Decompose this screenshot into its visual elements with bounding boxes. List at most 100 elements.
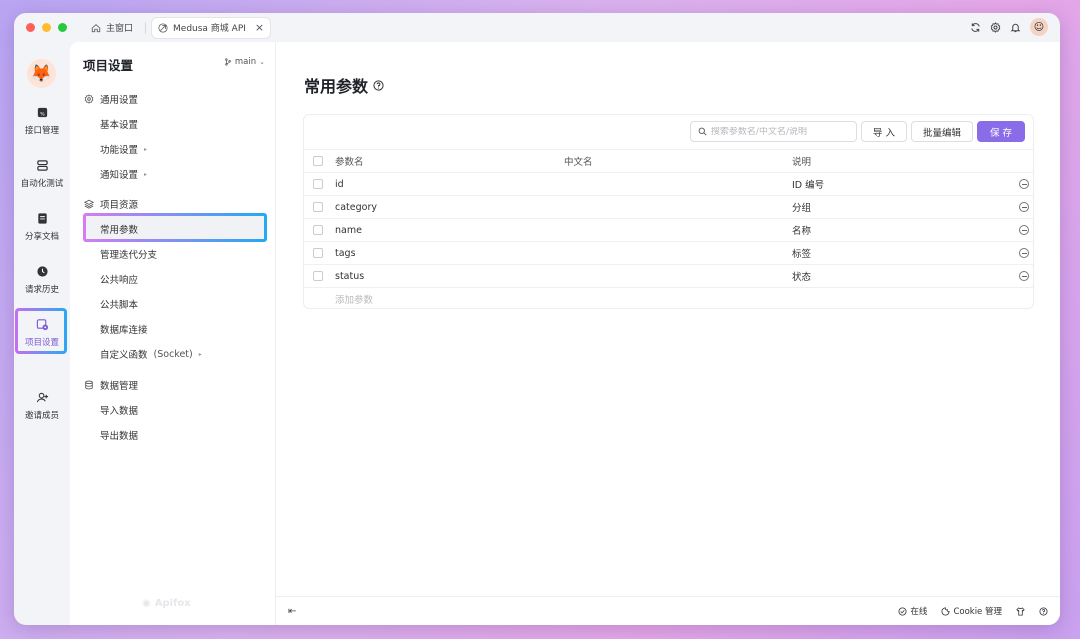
collapse-sidebar-icon[interactable]: ⇤ bbox=[288, 606, 296, 617]
sidebar-item-import-data[interactable]: 导入数据 bbox=[100, 403, 138, 417]
sidebar-item-label: 自定义函数 bbox=[100, 350, 148, 361]
online-status[interactable]: 在线 bbox=[898, 605, 927, 617]
remove-row-icon[interactable] bbox=[1019, 225, 1029, 235]
param-name[interactable]: tags bbox=[335, 248, 356, 259]
close-tab-icon[interactable]: × bbox=[255, 21, 264, 34]
row-checkbox[interactable] bbox=[313, 179, 323, 189]
sidebar-item-iteration-branches[interactable]: 管理迭代分支 bbox=[100, 247, 157, 261]
tab-label: Medusa 商城 API bbox=[173, 24, 246, 34]
param-description[interactable]: 分组 bbox=[792, 200, 811, 214]
sidebar-group-general[interactable]: 通用设置 bbox=[84, 92, 138, 106]
remove-row-icon[interactable] bbox=[1019, 179, 1029, 189]
sidebar-item-feature-settings[interactable]: 功能设置 ▸ bbox=[100, 142, 147, 156]
row-checkbox[interactable] bbox=[313, 225, 323, 235]
sync-icon[interactable] bbox=[970, 22, 981, 33]
add-param-placeholder[interactable]: 添加参数 bbox=[335, 292, 373, 306]
param-name[interactable]: category bbox=[335, 202, 377, 213]
table-row[interactable]: name 名称 bbox=[304, 218, 1033, 241]
param-description[interactable]: ID 编号 bbox=[792, 177, 824, 191]
maximize-window-button[interactable] bbox=[58, 23, 67, 32]
history-icon bbox=[36, 266, 48, 277]
search-input[interactable] bbox=[710, 126, 851, 137]
gear-icon[interactable] bbox=[990, 21, 1001, 33]
close-window-button[interactable] bbox=[26, 23, 35, 32]
sidebar-item-common-responses[interactable]: 公共响应 bbox=[100, 272, 138, 286]
bell-icon[interactable] bbox=[1010, 22, 1021, 33]
sidebar-group-data-management[interactable]: 数据管理 bbox=[84, 378, 138, 392]
sidebar-group-resources[interactable]: 项目资源 bbox=[84, 197, 138, 211]
nav-rail: 🦊 % 接口管理 自动化测试 分享文档 请求历史 项目设置 邀请成员 bbox=[14, 42, 70, 625]
sidebar-group-label: 通用设置 bbox=[100, 95, 139, 106]
sidebar-item-basic-settings[interactable]: 基本设置 bbox=[100, 117, 138, 131]
user-avatar[interactable]: ☺ bbox=[1030, 18, 1048, 36]
bulk-edit-button[interactable]: 批量编辑 bbox=[910, 121, 973, 142]
sidebar-item-export-data[interactable]: 导出数据 bbox=[100, 428, 138, 442]
param-name[interactable]: id bbox=[335, 179, 344, 190]
fox-avatar-icon[interactable]: 🦊 bbox=[27, 59, 56, 88]
sidebar-item-custom-functions[interactable]: 自定义函数 (Socket) ▸ bbox=[100, 347, 202, 362]
sidebar-item-database-connections[interactable]: 数据库连接 bbox=[100, 322, 148, 336]
apifox-watermark: ◉ Apifox bbox=[142, 598, 191, 609]
sidebar-item-label: 基本设置 bbox=[100, 120, 139, 131]
save-button[interactable]: 保 存 bbox=[976, 121, 1025, 142]
tab-label: 主窗口 bbox=[106, 24, 134, 34]
home-icon bbox=[91, 23, 101, 32]
main-panel: 常用参数 导 入 批量编辑 保 存 参数名 中文名 说明 bbox=[275, 42, 1060, 596]
rail-item-label: 邀请成员 bbox=[24, 411, 59, 421]
title-actions: ☺ bbox=[970, 18, 1048, 36]
sidebar-item-label: 导入数据 bbox=[100, 406, 139, 417]
sidebar-item-common-params[interactable]: 常用参数 bbox=[100, 222, 138, 236]
param-description[interactable]: 状态 bbox=[792, 269, 811, 283]
sidebar-item-label: 通知设置 bbox=[100, 170, 139, 181]
sidebar-item-label: 常用参数 bbox=[100, 225, 139, 236]
tab-medusa-api[interactable]: Medusa 商城 API × bbox=[152, 17, 271, 38]
chevron-down-icon: ⌄ bbox=[259, 58, 265, 66]
cookie-manager[interactable]: Cookie 管理 bbox=[941, 605, 1002, 617]
remove-row-icon[interactable] bbox=[1019, 248, 1029, 258]
row-checkbox[interactable] bbox=[313, 202, 323, 212]
minimize-window-button[interactable] bbox=[42, 23, 51, 32]
rail-item-label: 接口管理 bbox=[24, 126, 59, 136]
row-checkbox[interactable] bbox=[313, 271, 323, 281]
remove-row-icon[interactable] bbox=[1019, 271, 1029, 281]
app-window: 主窗口 Medusa 商城 API × ☺ 🦊 % 接口管理 自动化测试 分享文… bbox=[14, 13, 1060, 625]
rail-item-invite-member[interactable]: 邀请成员 bbox=[14, 391, 70, 421]
rail-item-api-management[interactable]: % 接口管理 bbox=[14, 106, 70, 136]
param-name[interactable]: status bbox=[335, 271, 364, 282]
table-row[interactable]: category 分组 bbox=[304, 195, 1033, 218]
sidebar-item-common-scripts[interactable]: 公共脚本 bbox=[100, 297, 138, 311]
table-row[interactable]: tags 标签 bbox=[304, 241, 1033, 264]
rail-item-project-settings[interactable]: 项目设置 bbox=[14, 318, 70, 348]
branch-selector[interactable]: main ⌄ bbox=[224, 57, 265, 67]
column-header-chinese-name: 中文名 bbox=[564, 157, 593, 168]
search-box[interactable] bbox=[689, 121, 857, 142]
tab-divider bbox=[145, 21, 147, 34]
sidebar-item-label: 数据库连接 bbox=[100, 325, 148, 336]
param-name[interactable]: name bbox=[335, 225, 362, 236]
rail-item-history[interactable]: 请求历史 bbox=[14, 265, 70, 295]
gear-icon bbox=[84, 94, 94, 104]
rail-item-share-doc[interactable]: 分享文档 bbox=[14, 212, 70, 242]
table-row[interactable]: status 状态 bbox=[304, 264, 1033, 287]
import-button[interactable]: 导 入 bbox=[860, 121, 907, 142]
chevron-right-icon: ▸ bbox=[144, 170, 148, 178]
add-param-row[interactable]: 添加参数 bbox=[304, 287, 1033, 310]
rail-item-automation-test[interactable]: 自动化测试 bbox=[14, 159, 70, 189]
sidebar-item-label: 功能设置 bbox=[100, 145, 139, 156]
help-icon[interactable] bbox=[373, 79, 384, 91]
params-card: 导 入 批量编辑 保 存 参数名 中文名 说明 id ID 编号 bbox=[303, 114, 1034, 309]
shirt-icon[interactable] bbox=[1016, 606, 1025, 616]
remove-row-icon[interactable] bbox=[1019, 202, 1029, 212]
database-icon bbox=[85, 380, 93, 390]
param-description[interactable]: 标签 bbox=[792, 246, 811, 260]
settings-sidebar: 项目设置 main ⌄ 通用设置 基本设置 功能设置 ▸ 通知设置 ▸ 项目资源 bbox=[70, 42, 275, 625]
table-row[interactable]: id ID 编号 bbox=[304, 172, 1033, 195]
sidebar-item-notification-settings[interactable]: 通知设置 ▸ bbox=[100, 167, 147, 181]
rail-item-label: 分享文档 bbox=[24, 232, 59, 242]
sidebar-item-label: 管理迭代分支 bbox=[100, 250, 158, 261]
select-all-checkbox[interactable] bbox=[313, 156, 323, 166]
help-icon[interactable] bbox=[1039, 606, 1048, 616]
tab-main-window[interactable]: 主窗口 bbox=[85, 18, 139, 38]
row-checkbox[interactable] bbox=[313, 248, 323, 258]
param-description[interactable]: 名称 bbox=[792, 223, 811, 237]
